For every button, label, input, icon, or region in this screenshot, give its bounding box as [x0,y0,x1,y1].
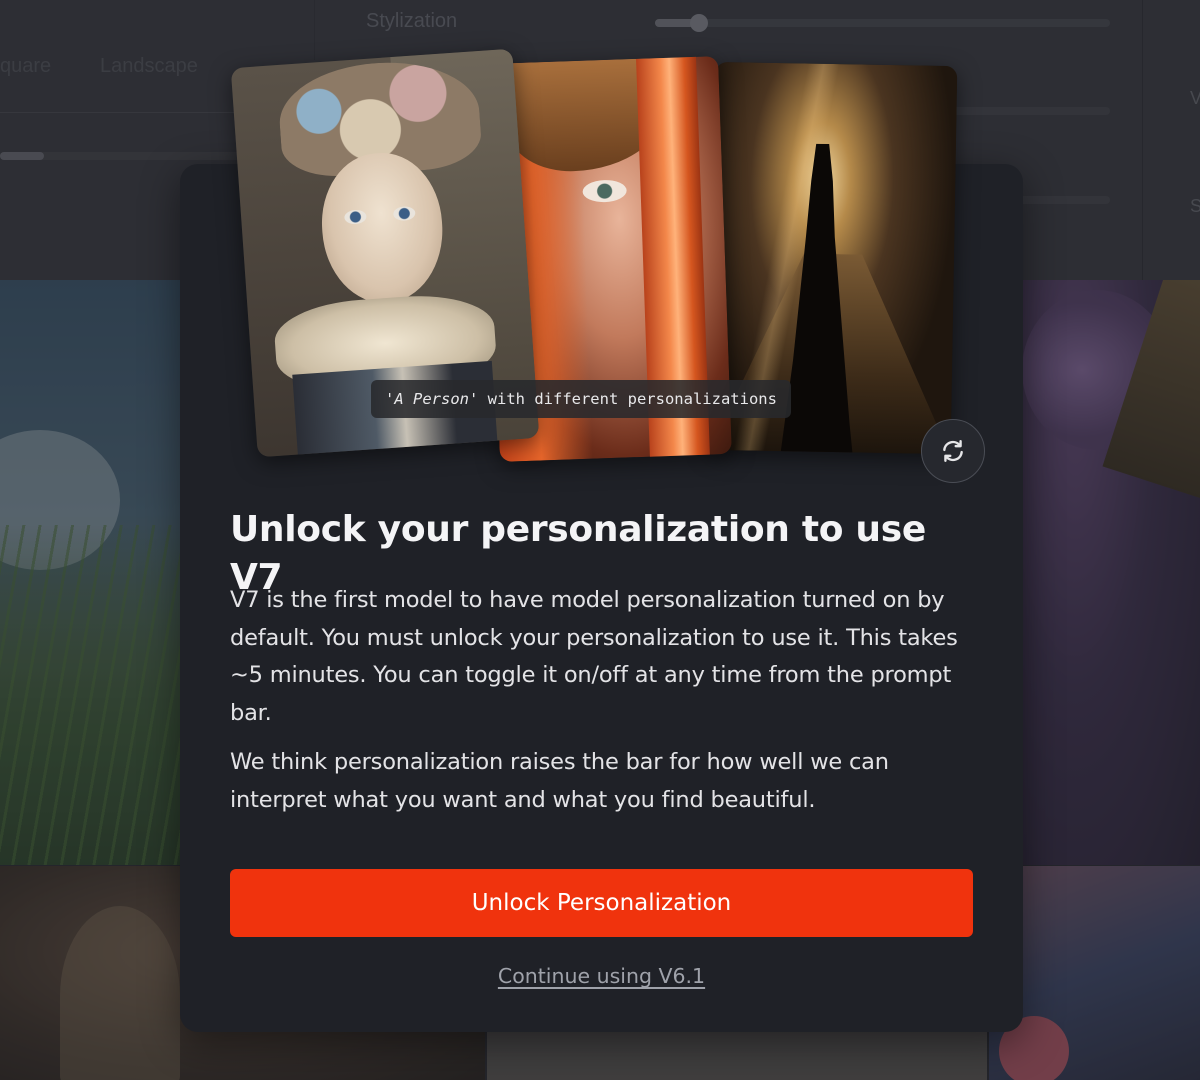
preview-image-doll [230,48,540,458]
orange-stripe [635,56,711,462]
modal-description: V7 is the first model to have model pers… [230,587,958,726]
modal-description-secondary: We think personalization raises the bar … [230,749,889,813]
refresh-preview-button[interactable] [921,419,985,483]
eye-shape [582,179,627,203]
unlock-personalization-button[interactable]: Unlock Personalization [230,869,973,937]
refresh-icon [943,440,963,462]
continue-v6-link[interactable]: Continue using V6.1 [230,964,973,988]
preview-image-tunnel [708,61,958,455]
